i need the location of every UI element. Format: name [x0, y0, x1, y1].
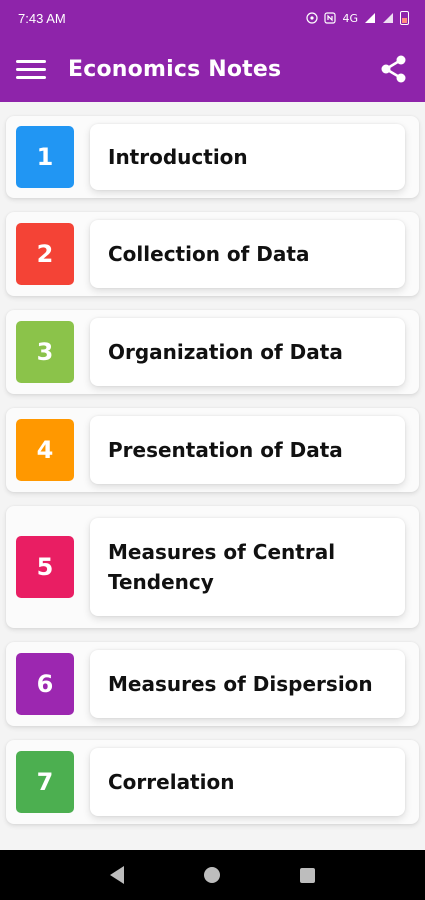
hamburger-menu-icon[interactable]	[16, 53, 48, 85]
chapter-number-badge: 6	[16, 653, 74, 715]
status-icons: 4G	[306, 11, 409, 25]
chapter-number-badge: 7	[16, 751, 74, 813]
chapter-item-6[interactable]: 6 Measures of Dispersion	[6, 642, 419, 726]
recents-square-icon[interactable]	[300, 867, 315, 883]
chapter-number-badge: 1	[16, 126, 74, 188]
chapter-item-7[interactable]: 7 Correlation	[6, 740, 419, 824]
app-bar: Economics Notes	[0, 36, 425, 102]
chapter-item-5[interactable]: 5 Measures of Central Tendency	[6, 506, 419, 628]
chapter-title[interactable]: Measures of Dispersion	[90, 650, 405, 718]
chapter-number-badge: 5	[16, 536, 74, 598]
share-icon[interactable]	[377, 52, 411, 86]
system-nav-bar	[0, 850, 425, 900]
chapter-title[interactable]: Collection of Data	[90, 220, 405, 288]
cell-signal-icon	[383, 13, 393, 23]
battery-icon	[400, 11, 409, 25]
chapter-item-4[interactable]: 4 Presentation of Data	[6, 408, 419, 492]
home-circle-icon[interactable]	[204, 867, 220, 883]
chapter-title[interactable]: Introduction	[90, 124, 405, 190]
chapter-item-3[interactable]: 3 Organization of Data	[6, 310, 419, 394]
status-bar: 7:43 AM 4G	[0, 0, 425, 36]
wifi-signal-icon	[365, 13, 375, 23]
chapter-item-1[interactable]: 1 Introduction	[6, 116, 419, 198]
nfc-icon	[324, 12, 337, 24]
chapter-number-badge: 4	[16, 419, 74, 481]
back-triangle-icon[interactable]	[110, 866, 124, 884]
chapter-list[interactable]: 1 Introduction 2 Collection of Data 3 Or…	[0, 102, 425, 850]
chapter-title[interactable]: Organization of Data	[90, 318, 405, 386]
chapter-number-badge: 2	[16, 223, 74, 285]
chapter-item-2[interactable]: 2 Collection of Data	[6, 212, 419, 296]
status-time: 7:43 AM	[18, 10, 66, 26]
chapter-title[interactable]: Correlation	[90, 748, 405, 816]
chapter-title[interactable]: Presentation of Data	[90, 416, 405, 484]
chapter-title[interactable]: Measures of Central Tendency	[90, 518, 405, 616]
hotspot-icon	[306, 12, 319, 24]
network-type-label: 4G	[342, 11, 358, 25]
chapter-number-badge: 3	[16, 321, 74, 383]
app-title: Economics Notes	[68, 56, 282, 82]
